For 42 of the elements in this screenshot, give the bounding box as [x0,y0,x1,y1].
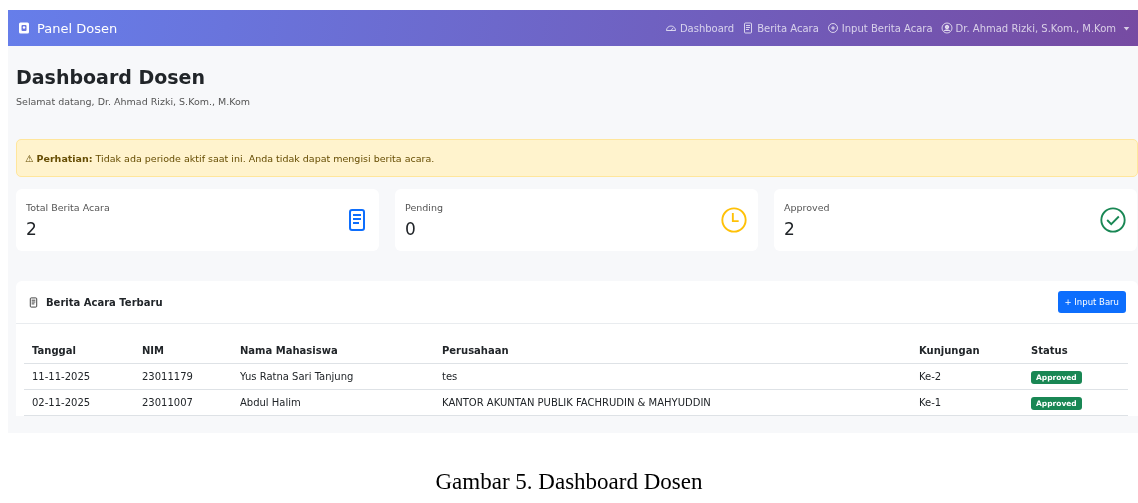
card-title: Berita Acara Terbaru [46,296,163,308]
input-new-button[interactable]: + Input Baru [1057,291,1126,313]
stat-label: Pending [405,201,443,213]
stat-value: 2 [26,218,38,239]
page-title: Dashboard Dosen [16,66,207,88]
table-cell: 11-11-2025 [24,363,134,390]
table-cell: 02-11-2025 [24,389,134,416]
table-cell: Yus Ratna Sari Tanjung [232,363,434,390]
column-header: Perusahaan [434,338,911,364]
stat-label: Total Berita Acara [26,201,110,213]
alert-text: Perhatian: Tidak ada periode aktif saat ini. Anda tidak dapat mengisi berita acara. [36,152,435,164]
stat-value: 0 [405,218,417,239]
column-header: Nama Mahasiswa [232,338,434,364]
document-icon [28,296,39,308]
add-icon [826,22,839,34]
column-header: NIM [134,338,232,364]
table-cell: 23011007 [134,389,232,416]
table-cell: KANTOR AKUNTAN PUBLIK FACHRUDIN & MAHYUDDIN [434,389,911,416]
table-cell: tes [434,363,911,390]
table-cell: Ke-2 [911,363,1023,390]
check-circle-icon [1099,206,1127,234]
id-badge-icon [18,22,30,34]
document-icon [742,22,755,34]
column-header: Tanggal [24,338,134,364]
welcome-text: Selamat datang, Dr. Ahmad Rizki, S.Kom., M.Kom [16,96,252,107]
figure-caption: Gambar 5. Dashboard Dosen [434,469,704,495]
column-header: Kunjungan [911,338,1023,364]
nav-link[interactable]: Dr. Ahmad Rizki, S.Kom., M.Kom [940,22,1130,34]
table-cell: Abdul Halim [232,389,434,416]
brand-link[interactable]: Panel Dosen [18,20,118,36]
clock-icon [720,206,748,234]
warning-icon: ⚠ [25,152,34,164]
nav-link[interactable]: Dashboard [664,22,735,34]
user-icon [940,22,953,34]
table-cell: 23011179 [134,363,232,390]
speedometer-icon [664,22,677,34]
stat-label: Approved [784,201,830,213]
table-cell: Ke-1 [911,389,1023,416]
stat-value: 2 [784,218,796,239]
column-header: Status [1023,338,1128,364]
nav-link[interactable]: Berita Acara [742,22,819,34]
nav-link[interactable]: Input Berita Acara [826,22,933,34]
